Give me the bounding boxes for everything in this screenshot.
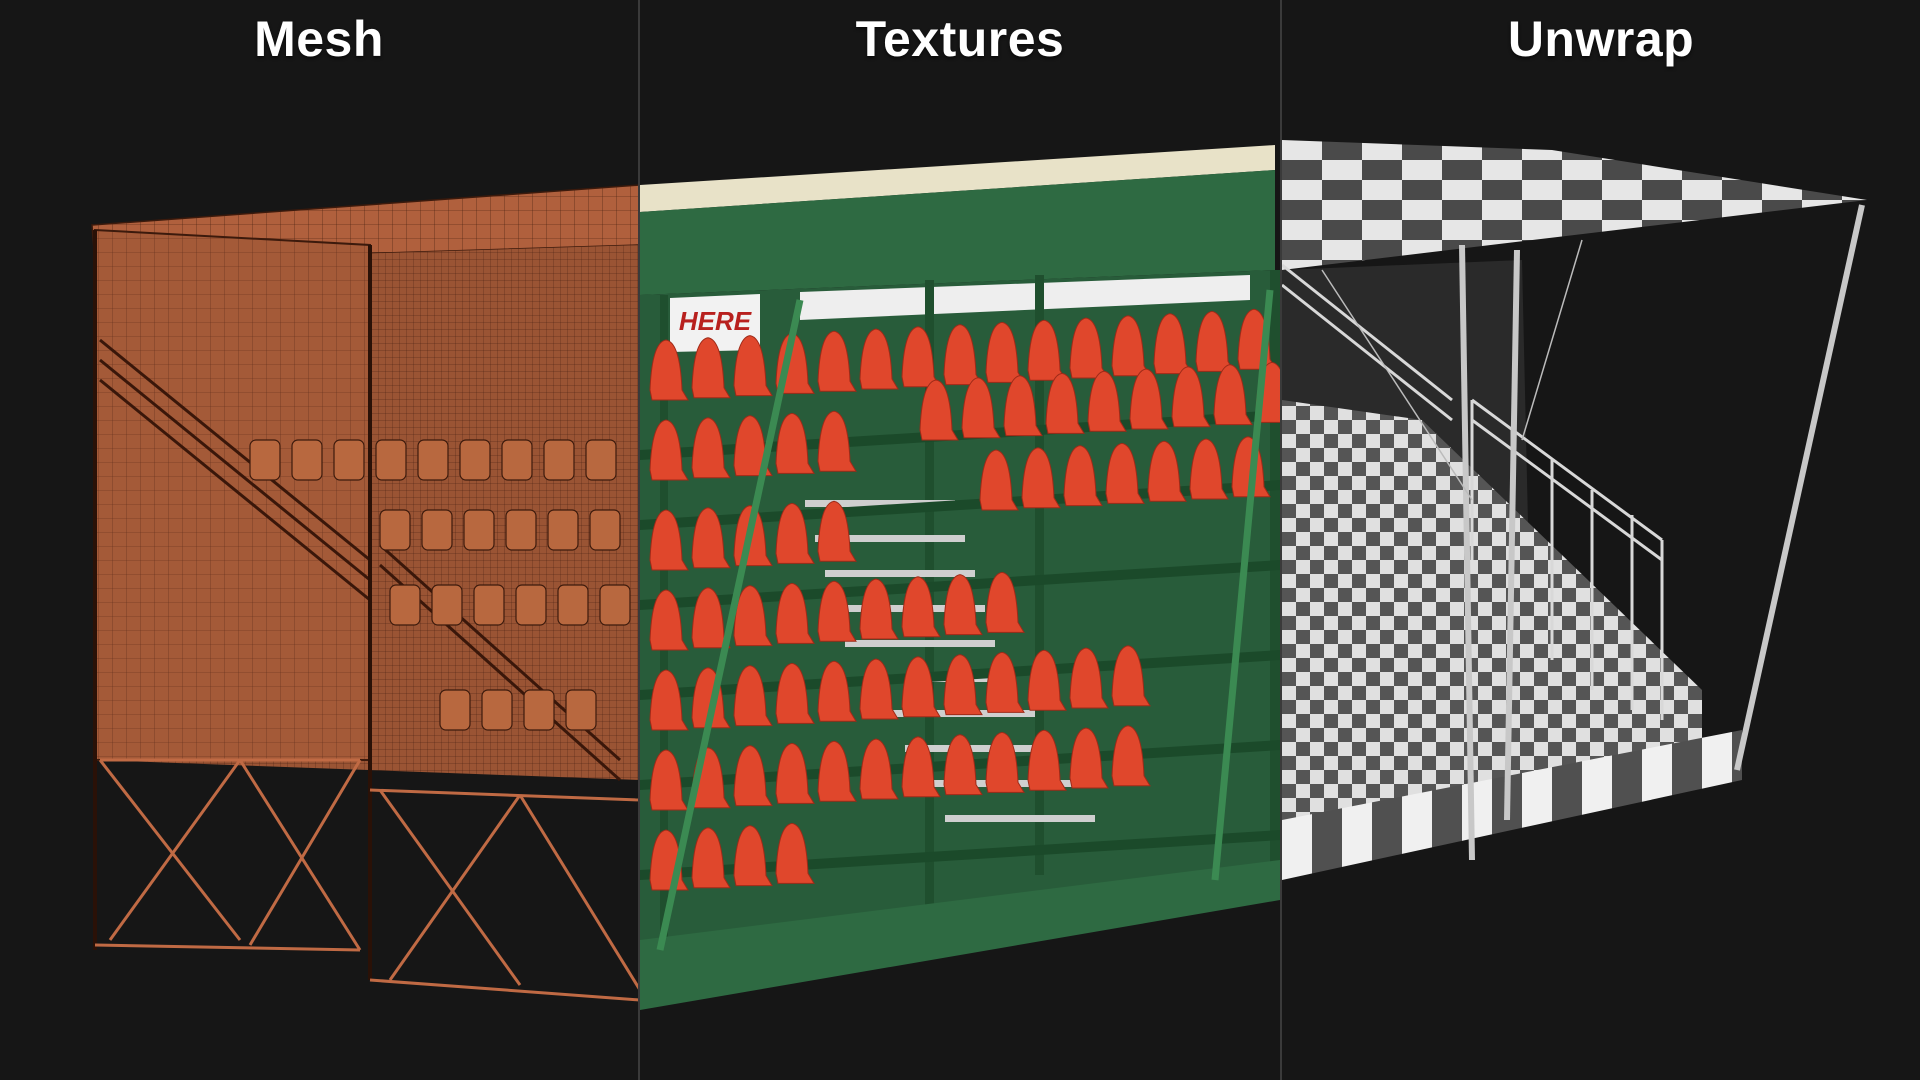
unwrap-panel: Unwrap (1282, 0, 1920, 1080)
textures-panel: Textures HERE (640, 0, 1280, 1080)
banner-text: HERE (679, 306, 752, 336)
mesh-panel: Mesh (0, 0, 638, 1080)
panel-title-unwrap: Unwrap (1507, 11, 1695, 67)
comparison-stage: Mesh Textures HERE Unwrap (0, 0, 1920, 1080)
roof-checker (1282, 140, 1867, 270)
unwrap-render (1282, 140, 1867, 880)
panel-title-mesh: Mesh (254, 11, 384, 67)
textures-render: HERE (640, 145, 1280, 1010)
mesh-cross-bracing (94, 758, 638, 1002)
mesh-wireframe-render (91, 184, 638, 1002)
panel-title-textures: Textures (855, 11, 1065, 67)
